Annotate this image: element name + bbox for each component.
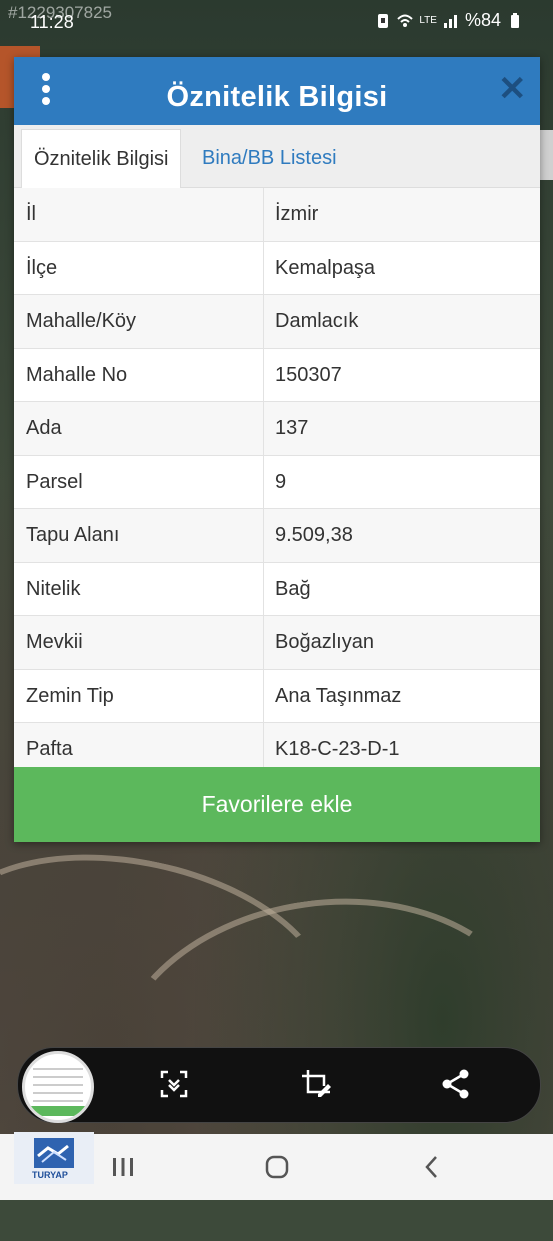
row-value: Damlacık xyxy=(275,310,359,332)
row-value: 9.509,38 xyxy=(275,524,353,546)
wifi-icon xyxy=(397,14,414,27)
screenshot-toolbar xyxy=(17,1047,541,1123)
table-row: Mahalle/Köy Damlacık xyxy=(14,295,540,349)
add-to-favorites-button[interactable]: Favorilere ekle xyxy=(14,767,540,842)
row-label: İlçe xyxy=(14,241,264,294)
row-value: Bağ xyxy=(275,577,311,600)
row-value: Ana Taşınmaz xyxy=(275,684,402,707)
close-icon[interactable]: ✕ xyxy=(498,72,527,106)
handshake-logo-icon xyxy=(34,1138,74,1168)
scroll-capture-icon[interactable] xyxy=(156,1066,192,1102)
dialog-title: Öznitelik Bilgisi xyxy=(166,81,388,113)
network-type-label: LTE xyxy=(419,15,437,26)
table-row: Parsel 9 xyxy=(14,455,540,509)
row-value: Boğazlıyan xyxy=(275,631,374,653)
status-icons: LTE %84 xyxy=(375,10,523,31)
row-label: Parsel xyxy=(14,455,264,508)
screenshot-thumbnail[interactable] xyxy=(22,1051,94,1123)
row-value: İzmir xyxy=(275,203,319,225)
battery-icon xyxy=(511,12,519,28)
row-label: İl xyxy=(14,188,264,241)
row-label: Mahalle No xyxy=(14,348,264,401)
row-label: Tapu Alanı xyxy=(14,509,264,562)
table-row: Mahalle No 150307 xyxy=(14,348,540,402)
turyap-logo: TURYAP xyxy=(14,1132,94,1184)
table-row: Mevkii Boğazlıyan xyxy=(14,616,540,670)
row-label: Mahalle/Köy xyxy=(14,295,264,348)
table-row: İlçe Kemalpaşa xyxy=(14,241,540,295)
status-bar: #1229307825 11:28 LTE %84 xyxy=(0,0,553,44)
home-icon[interactable] xyxy=(260,1150,294,1184)
table-row: İl İzmir xyxy=(14,188,540,242)
status-time: 11:28 xyxy=(30,12,74,32)
tab-building-list[interactable]: Bina/BB Listesi xyxy=(190,129,349,187)
row-value: 137 xyxy=(275,417,309,439)
back-icon[interactable] xyxy=(415,1150,449,1184)
row-value: 9 xyxy=(275,470,287,493)
row-label: Zemin Tip xyxy=(14,669,264,722)
row-value: Kemalpaşa xyxy=(275,256,376,279)
attribute-table: İl İzmir İlçe Kemalpaşa Mahalle/Köy Damlacı… xyxy=(14,188,540,777)
row-label: Ada xyxy=(14,402,264,455)
crop-edit-icon[interactable] xyxy=(298,1066,334,1102)
row-label: Mevkii xyxy=(14,616,264,669)
table-row: Nitelik Bağ xyxy=(14,562,540,616)
map-side-tab[interactable] xyxy=(539,130,553,180)
table-row: Zemin Tip Ana Taşınmaz xyxy=(14,669,540,723)
dialog-tabs: Öznitelik Bilgisi Bina/BB Listesi xyxy=(14,125,540,188)
battery-percent: %84 xyxy=(464,10,501,30)
row-label: Nitelik xyxy=(14,562,264,615)
share-icon[interactable] xyxy=(438,1066,474,1102)
dialog-header: Öznitelik Bilgisi ✕ xyxy=(14,57,540,125)
battery-saver-icon xyxy=(378,13,389,28)
signal-icon xyxy=(443,14,457,28)
table-row: Tapu Alanı 9.509,38 xyxy=(14,509,540,563)
attribute-info-dialog: Öznitelik Bilgisi ✕ Öznitelik Bilgisi Bi… xyxy=(14,57,540,842)
recent-apps-icon[interactable] xyxy=(106,1150,140,1184)
table-row: Ada 137 xyxy=(14,402,540,456)
logo-text: TURYAP xyxy=(32,1170,68,1180)
row-value: 150307 xyxy=(275,363,342,386)
tab-attribute-info[interactable]: Öznitelik Bilgisi xyxy=(21,129,182,188)
